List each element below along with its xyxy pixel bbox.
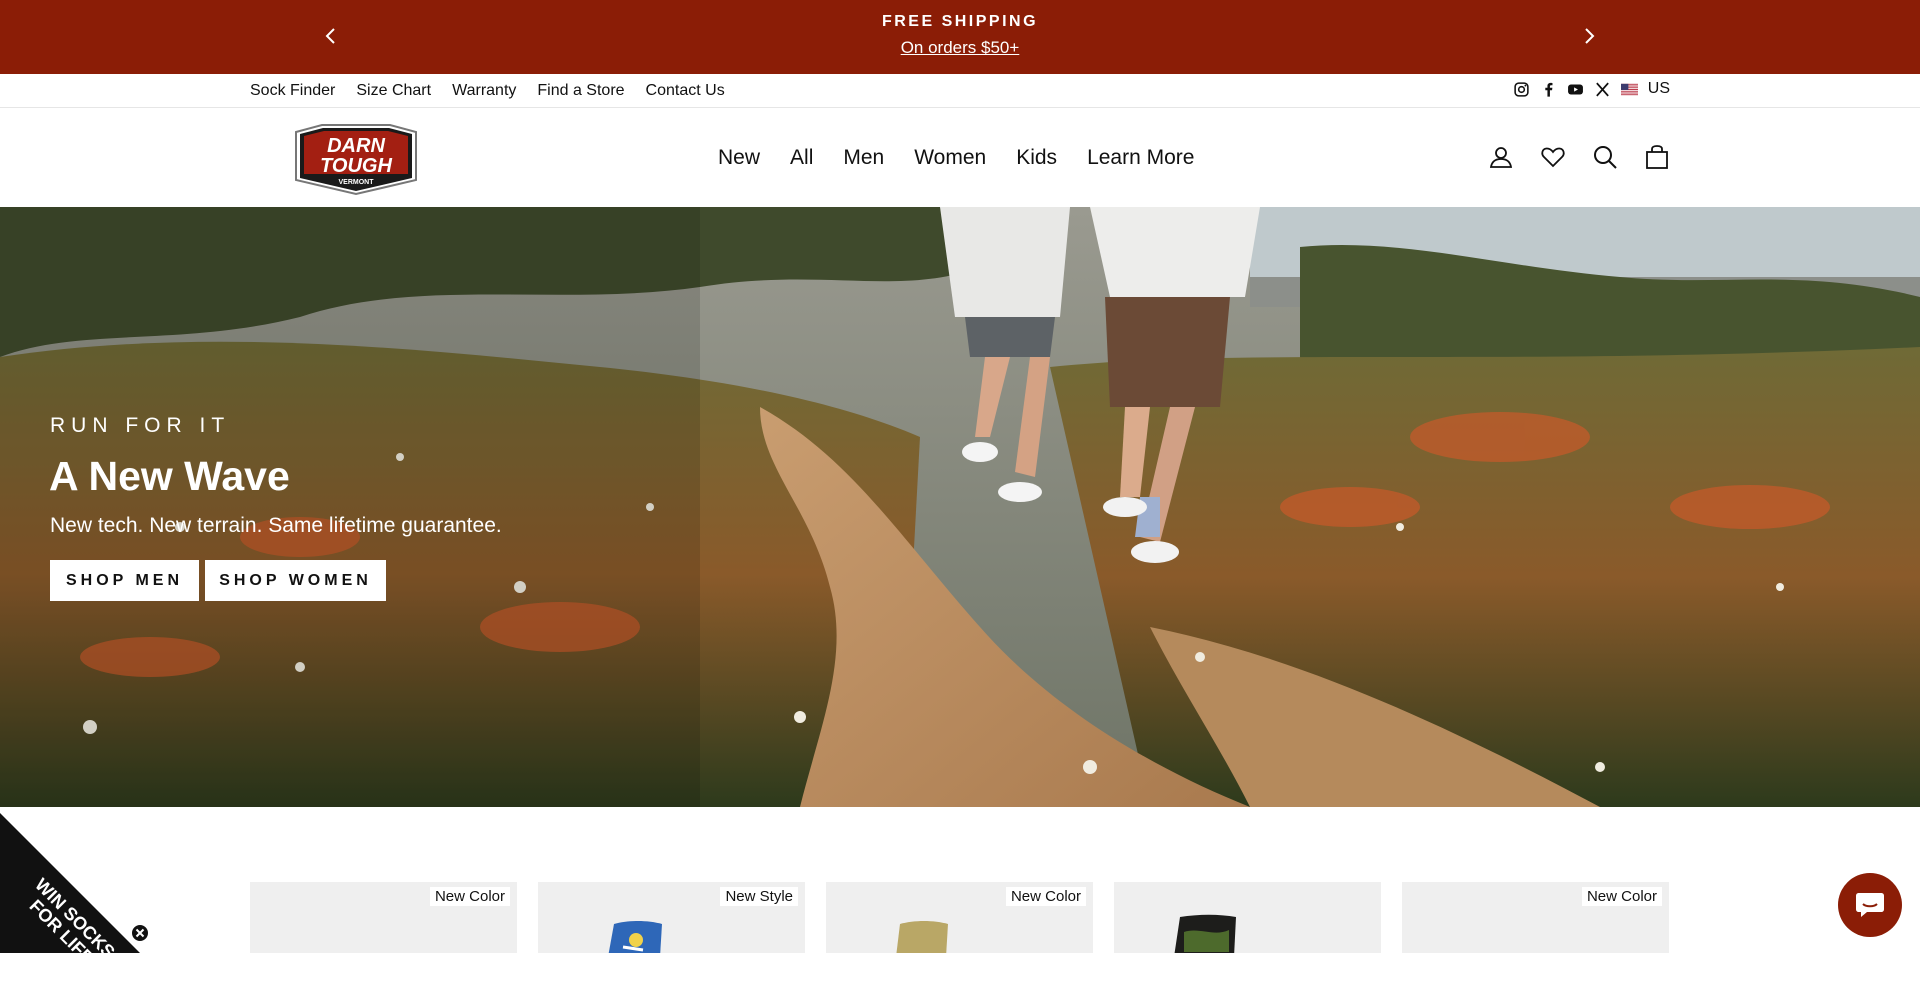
- win-socks-promo[interactable]: WIN SOCKS FOR LIFE: [0, 813, 140, 968]
- hero-title: A New Wave: [49, 453, 290, 499]
- sock-image: [896, 921, 948, 953]
- product-card[interactable]: New Color: [1402, 882, 1669, 953]
- product-badge: New Color: [1581, 887, 1662, 906]
- announcement-bar: FREE SHIPPING On orders $50+: [0, 0, 1920, 74]
- nav-new[interactable]: New: [718, 146, 760, 170]
- hero-eyebrow: RUN FOR IT: [50, 414, 231, 437]
- chat-button[interactable]: [1838, 873, 1902, 937]
- product-badge: New Style: [720, 887, 798, 906]
- wishlist-icon[interactable]: [1540, 144, 1566, 170]
- facebook-icon[interactable]: [1540, 81, 1557, 98]
- find-a-store-link[interactable]: Find a Store: [537, 82, 624, 100]
- darn-tough-logo[interactable]: DARN TOUGH VERMONT: [292, 122, 420, 196]
- shop-women-button[interactable]: SHOP WOMEN: [205, 560, 386, 601]
- announcement-link[interactable]: On orders $50+: [0, 38, 1920, 58]
- nav-learn-more[interactable]: Learn More: [1087, 146, 1194, 170]
- close-icon[interactable]: [130, 923, 150, 943]
- nav-women[interactable]: Women: [914, 146, 986, 170]
- instagram-icon[interactable]: [1513, 81, 1530, 98]
- product-card[interactable]: [1114, 882, 1381, 953]
- announcement-title: FREE SHIPPING: [881, 13, 1039, 30]
- youtube-icon[interactable]: [1567, 81, 1584, 98]
- sock-finder-link[interactable]: Sock Finder: [250, 82, 335, 100]
- header-icons: [1488, 144, 1670, 170]
- chevron-right-icon[interactable]: [1579, 24, 1599, 48]
- nav-all[interactable]: All: [790, 146, 813, 170]
- chat-icon: [1856, 893, 1884, 917]
- hero-banner[interactable]: RUN FOR IT A New Wave New tech. New terr…: [0, 207, 1920, 807]
- search-icon[interactable]: [1592, 144, 1618, 170]
- utility-bar: Sock Finder Size Chart Warranty Find a S…: [0, 74, 1920, 108]
- warranty-link[interactable]: Warranty: [452, 82, 516, 100]
- product-badge: New Color: [1005, 887, 1086, 906]
- shop-men-button[interactable]: SHOP MEN: [50, 560, 199, 601]
- region-selector[interactable]: US: [1648, 80, 1670, 98]
- cart-icon[interactable]: [1644, 144, 1670, 170]
- x-icon[interactable]: [1594, 81, 1611, 98]
- hero-image: [0, 207, 1920, 807]
- contact-us-link[interactable]: Contact Us: [646, 82, 725, 100]
- main-nav: New All Men Women Kids Learn More: [718, 146, 1194, 170]
- us-flag-icon[interactable]: [1620, 81, 1638, 98]
- product-card[interactable]: New Color: [250, 882, 517, 953]
- svg-text:TOUGH: TOUGH: [320, 155, 392, 177]
- svg-text:DARN: DARN: [327, 135, 385, 157]
- site-header: DARN TOUGH VERMONT New All Men Women Kid…: [0, 108, 1920, 207]
- hero-subtitle: New tech. New terrain. Same lifetime gua…: [50, 514, 502, 537]
- svg-text:VERMONT: VERMONT: [339, 179, 375, 186]
- product-badge: New Color: [429, 887, 510, 906]
- nav-men[interactable]: Men: [843, 146, 884, 170]
- product-grid: New Color New Style New Color New Color: [250, 882, 1669, 953]
- utility-right: US: [1513, 80, 1670, 98]
- product-card[interactable]: New Color: [826, 882, 1093, 953]
- utility-links: Sock Finder Size Chart Warranty Find a S…: [250, 82, 725, 100]
- sock-image: [608, 921, 662, 953]
- sock-image: [1174, 914, 1236, 953]
- account-icon[interactable]: [1488, 144, 1514, 170]
- size-chart-link[interactable]: Size Chart: [356, 82, 431, 100]
- nav-kids[interactable]: Kids: [1016, 146, 1057, 170]
- product-card[interactable]: New Style: [538, 882, 805, 953]
